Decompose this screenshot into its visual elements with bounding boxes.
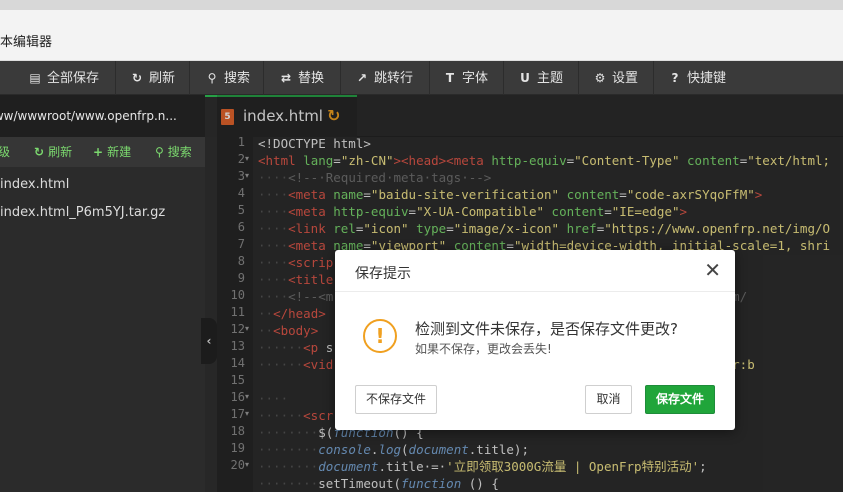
replace-button[interactable]: ⇄ 替换 — [279, 61, 324, 95]
save-file-button[interactable]: 保存文件 — [645, 385, 715, 414]
save-all-label: 全部保存 — [47, 71, 100, 86]
refresh-button[interactable]: ↻ 刷新 — [130, 61, 175, 95]
new-file-button[interactable]: + 新建 — [93, 137, 131, 167]
save-all-icon: ▤ — [29, 71, 41, 85]
toolbar-divider — [189, 61, 190, 95]
search-icon: ⚲ — [207, 71, 217, 85]
goto-line-label: 跳转行 — [374, 71, 414, 86]
shortcuts-label: 快捷键 — [687, 71, 727, 86]
theme-button[interactable]: U 主题 — [518, 61, 563, 95]
theme-label: 主题 — [537, 71, 564, 86]
file-item-index-html[interactable]: index.html — [0, 172, 205, 198]
toolbar-divider — [653, 61, 654, 95]
dialog-title: 保存提示 — [355, 266, 411, 282]
settings-label: 设置 — [612, 71, 639, 86]
toolbar-divider — [115, 61, 116, 95]
help-icon: ? — [671, 71, 679, 85]
gear-icon: ⚙ — [594, 71, 606, 85]
window-top-strip — [0, 0, 843, 10]
search-label: 搜索 — [224, 71, 251, 86]
shortcuts-button[interactable]: ? 快捷键 — [668, 61, 727, 95]
toolbar-divider — [429, 61, 430, 95]
search-button[interactable]: ⚲ 搜索 — [205, 61, 250, 95]
close-icon[interactable]: ✕ — [704, 259, 721, 281]
toolbar-divider — [340, 61, 341, 95]
sidebar-actions: 级 ↻ 刷新 + 新建 ⚲ 搜索 — [0, 137, 205, 167]
goto-line-icon: ↗ — [356, 71, 368, 85]
refresh-label: 刷新 — [149, 71, 176, 86]
sidebar-search-label: 搜索 — [167, 145, 192, 159]
dialog-message: 检测到文件未保存，是否保存文件更改? — [415, 320, 678, 338]
file-sidebar: /www/wwwroot/www.openfrp.n... 级 ↻刷新 +新建 … — [0, 95, 205, 492]
file-item-backup-archive[interactable]: index.html_P6m5YJ.tar.gz — [0, 200, 205, 226]
editor-toolbar: ▤ 全部保存 ↻ 刷新 ⚲ 搜索 ⇄ 替换 ↗ 跳转行 T 字体 U 主题 ⚙ 设置 ? 快捷键 — [0, 61, 843, 95]
parent-dir-label: 级 — [0, 145, 11, 159]
sidebar-search-button[interactable]: ⚲ 搜索 — [155, 137, 192, 167]
cancel-button[interactable]: 取消 — [585, 385, 632, 414]
refresh-icon: ↻ — [34, 145, 45, 159]
warning-icon: ! — [363, 319, 397, 353]
file-name: index.html — [0, 177, 70, 192]
settings-button[interactable]: ⚙ 设置 — [593, 61, 638, 95]
toolbar-divider — [263, 61, 264, 95]
goto-line-button[interactable]: ↗ 跳转行 — [355, 61, 413, 95]
theme-icon: U — [520, 71, 530, 85]
search-icon: ⚲ — [155, 145, 164, 159]
plus-icon: + — [93, 145, 104, 159]
replace-icon: ⇄ — [280, 71, 292, 85]
path-text: /www/wwwroot/www.openfrp.n... — [0, 109, 177, 123]
parent-dir-button[interactable]: 级 — [0, 137, 10, 167]
current-path: /www/wwwroot/www.openfrp.n... — [0, 95, 205, 137]
dialog-sub-message: 如果不保存，更改会丢失! — [415, 342, 552, 356]
font-button[interactable]: T 字体 — [443, 61, 488, 95]
font-icon: T — [445, 71, 455, 85]
replace-label: 替换 — [298, 71, 325, 86]
toolbar-divider — [578, 61, 579, 95]
window-title: 文本编辑器 — [0, 35, 53, 50]
sidebar-refresh-button[interactable]: ↻ 刷新 — [34, 137, 72, 167]
save-all-button[interactable]: ▤ 全部保存 — [28, 61, 99, 95]
new-file-label: 新建 — [107, 145, 132, 159]
toolbar-divider — [503, 61, 504, 95]
save-prompt-dialog: 保存提示 ✕ ! 检测到文件未保存，是否保存文件更改? 如果不保存，更改会丢失!… — [335, 250, 735, 430]
sidebar-refresh-label: 刷新 — [48, 145, 73, 159]
collapse-sidebar-handle[interactable]: ‹ — [201, 318, 217, 364]
font-label: 字体 — [462, 71, 489, 86]
title-bar: 文本编辑器 — [0, 10, 843, 61]
file-name: index.html_P6m5YJ.tar.gz — [0, 205, 166, 220]
refresh-icon: ↻ — [131, 71, 143, 85]
dialog-header: 保存提示 ✕ — [335, 250, 735, 292]
dont-save-button[interactable]: 不保存文件 — [355, 385, 437, 414]
